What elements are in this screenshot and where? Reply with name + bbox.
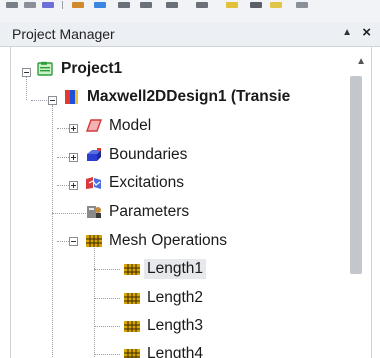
toolbar-icon-7[interactable] (140, 2, 152, 8)
mesh-length-icon (123, 318, 141, 334)
scrollbar-thumb[interactable] (350, 76, 362, 274)
panel-title: Project Manager (12, 26, 115, 42)
tree-item-label: Maxwell2DDesign1 (Transie (87, 88, 291, 105)
boundaries-icon (85, 147, 103, 163)
tree-item-model[interactable]: Model (85, 112, 151, 140)
tree-item-label: Excitations (109, 174, 184, 191)
model-icon (85, 118, 103, 134)
expand-toggle-project[interactable] (22, 68, 31, 77)
maxwell-design-icon (63, 89, 81, 105)
close-icon[interactable]: × (362, 24, 371, 41)
tree-item-label: Length2 (147, 289, 204, 306)
tree-item-project[interactable]: Project1 (37, 55, 122, 83)
toolbar-icon-9[interactable] (196, 2, 208, 8)
tree-connector (31, 100, 47, 101)
tree-connector (94, 245, 95, 358)
mesh-operations-icon (85, 233, 103, 249)
expand-toggle-design[interactable] (48, 96, 57, 105)
parameters-icon (85, 204, 103, 220)
toolbar-icon-3[interactable] (42, 2, 54, 8)
tree-connector (52, 213, 88, 214)
tree-item-label: Length3 (147, 317, 204, 334)
tree-item-length2[interactable]: Length2 (123, 284, 203, 312)
tree-item-excitations[interactable]: Excitations (85, 169, 184, 197)
toolbar-separator (62, 1, 63, 9)
tree-connector (26, 74, 27, 100)
tree-item-label: Length1 (144, 259, 207, 279)
tree-item-label: Parameters (109, 203, 190, 220)
expand-toggle-boundaries[interactable] (69, 153, 78, 162)
expand-toggle-model[interactable] (69, 124, 78, 133)
toolbar-icon-1[interactable] (6, 2, 18, 8)
excitations-icon (85, 175, 103, 191)
tree-connector (94, 269, 120, 270)
scroll-up-arrow-icon[interactable]: ▲ (356, 56, 366, 67)
pin-icon[interactable]: ▲ (342, 27, 352, 38)
tree-connector (52, 105, 53, 358)
tree-item-label: Boundaries (109, 146, 188, 163)
tree-item-label: Mesh Operations (109, 232, 228, 249)
mesh-length-icon (123, 290, 141, 306)
tree-item-mesh-operations[interactable]: Mesh Operations (85, 227, 227, 255)
mesh-length-icon (123, 346, 141, 358)
mesh-length-icon (123, 261, 141, 277)
toolbar-icon-5[interactable] (94, 2, 106, 8)
tree-item-label: Project1 (61, 60, 123, 77)
tree-connector (94, 298, 120, 299)
project-icon (37, 61, 55, 77)
toolbar-icon-10[interactable] (226, 2, 238, 8)
tree-connector (94, 326, 120, 327)
expand-toggle-excitations[interactable] (69, 181, 78, 190)
tree-item-design[interactable]: Maxwell2DDesign1 (Transie (63, 83, 290, 111)
toolbar-icon-13[interactable] (296, 2, 308, 8)
project-tree: Project1 Maxwell2DDesign1 (Transie Model (10, 47, 372, 358)
tree-item-length4[interactable]: Length4 (123, 340, 203, 358)
tree-item-parameters[interactable]: Parameters (85, 198, 189, 226)
toolbar-icon-2[interactable] (24, 2, 36, 8)
tree-item-label: Model (109, 117, 152, 134)
toolbar-icon-12[interactable] (270, 2, 282, 8)
toolbar-icon-11[interactable] (250, 2, 262, 8)
tree-item-boundaries[interactable]: Boundaries (85, 141, 187, 169)
toolbar-icon-6[interactable] (118, 2, 130, 8)
tree-connector (94, 354, 120, 355)
expand-toggle-mesh-operations[interactable] (69, 237, 78, 246)
tree-item-length3[interactable]: Length3 (123, 312, 203, 340)
tree-item-length1[interactable]: Length1 (123, 255, 207, 283)
project-manager-titlebar: Project Manager ▲ × (0, 22, 380, 47)
toolbar-icon-4[interactable] (72, 2, 84, 8)
toolbar-icon-8[interactable] (166, 2, 178, 8)
toolbar (0, 0, 380, 23)
tree-item-label: Length4 (147, 345, 204, 358)
